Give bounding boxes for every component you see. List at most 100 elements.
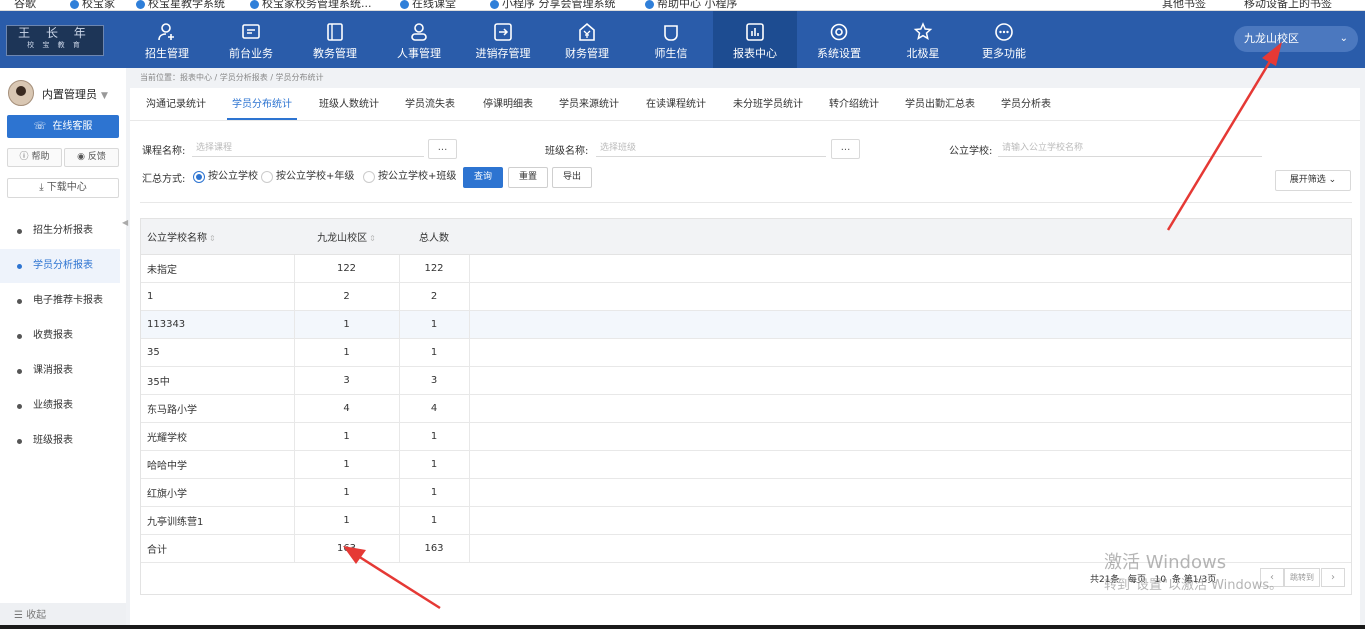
tab-student-analysis[interactable]: 学员分析表 bbox=[996, 92, 1056, 120]
sidebar-item-student-report[interactable]: 学员分析报表 bbox=[0, 249, 120, 283]
taskbar-edge bbox=[0, 625, 1365, 629]
brand-logo[interactable]: 王 长 年校 宝 教 育 bbox=[6, 25, 104, 56]
campus-selector[interactable]: 九龙山校区 ⌄ bbox=[1234, 26, 1358, 52]
campus-name: 九龙山校区 bbox=[1244, 32, 1299, 45]
tab-communication-stats[interactable]: 沟通记录统计 bbox=[140, 92, 212, 120]
bookmark-item[interactable]: 校宝家 bbox=[70, 0, 115, 10]
bookmark-item[interactable]: 校宝家校务管理系统... bbox=[250, 0, 372, 10]
bookmark-item[interactable]: 校宝星教学系统 bbox=[136, 0, 225, 10]
tab-suspension-detail[interactable]: 停课明细表 bbox=[477, 92, 539, 120]
bookmark-favicon-icon bbox=[70, 0, 79, 9]
tab-divider bbox=[130, 120, 1360, 121]
bookmark-item[interactable]: 谷歌 bbox=[14, 0, 36, 10]
caret-down-icon: ▼ bbox=[101, 91, 108, 101]
download-center-button[interactable]: ⤓ 下载中心 bbox=[7, 178, 119, 198]
public-school-label: 公立学校: bbox=[949, 146, 993, 157]
table-row: 红旗小学 1 1 bbox=[141, 478, 1351, 507]
nav-item-academic[interactable]: 教务管理 bbox=[293, 11, 377, 68]
sort-icon[interactable]: ⇕ bbox=[209, 234, 216, 243]
query-button[interactable]: 查询 bbox=[463, 167, 503, 188]
class-input[interactable]: 选择班级 bbox=[596, 139, 826, 157]
table-row: 未指定 122 122 bbox=[141, 254, 1351, 283]
nav-item-settings[interactable]: 系统设置 bbox=[797, 11, 881, 68]
user-menu[interactable]: 内置管理员 ▼ bbox=[42, 86, 108, 102]
more-icon bbox=[995, 23, 1013, 41]
filter-divider bbox=[140, 202, 1352, 203]
book-icon bbox=[327, 23, 343, 41]
tab-student-source[interactable]: 学员来源统计 bbox=[553, 92, 625, 120]
breadcrumb: 当前位置：报表中心 / 学员分析报表 / 学员分布统计 bbox=[140, 73, 324, 82]
download-icon: ⤓ bbox=[39, 182, 44, 193]
table-row: 哈哈中学 1 1 bbox=[141, 450, 1351, 479]
goto-page-input[interactable]: 跳转到 bbox=[1284, 568, 1320, 587]
course-picker-button[interactable]: ... bbox=[428, 139, 457, 159]
feedback-button[interactable]: ◉ 反馈 bbox=[64, 148, 119, 167]
table-row: 122 bbox=[141, 282, 1351, 311]
sort-icon[interactable]: ⇕ bbox=[369, 234, 376, 243]
bookmark-item[interactable]: 在线课堂 bbox=[400, 0, 456, 10]
nav-item-hr[interactable]: 人事管理 bbox=[377, 11, 461, 68]
tab-attendance-summary[interactable]: 学员出勤汇总表 bbox=[899, 92, 981, 120]
nav-item-inventory[interactable]: 进销存管理 bbox=[461, 11, 545, 68]
tab-referral-stats[interactable]: 转介绍统计 bbox=[823, 92, 885, 120]
public-school-input[interactable]: 请输入公立学校名称 bbox=[998, 139, 1262, 157]
table-row: 113343 1 1 bbox=[141, 310, 1351, 339]
nav-item-messages[interactable]: 师生信 bbox=[629, 11, 713, 68]
expand-filter-button[interactable]: 展开筛选 ⌄ bbox=[1275, 170, 1351, 191]
nav-item-enrollment[interactable]: 招生管理 bbox=[125, 11, 209, 68]
bookmarks-bar: 谷歌 校宝家 校宝星教学系统 校宝家校务管理系统... 在线课堂 小程序 分享会… bbox=[0, 0, 1365, 11]
sidebar-item-fee-report[interactable]: 收费报表 bbox=[0, 319, 120, 353]
nav-item-polaris[interactable]: 北极星 bbox=[881, 11, 965, 68]
tab-class-size-stats[interactable]: 班级人数统计 bbox=[313, 92, 385, 120]
sidebar-item-class-report[interactable]: 班级报表 bbox=[0, 424, 120, 458]
course-label: 课程名称: bbox=[142, 146, 186, 157]
star-icon bbox=[913, 22, 933, 40]
column-header-school[interactable]: 公立学校名称 ⇕ bbox=[141, 219, 294, 255]
bookmark-folder[interactable]: 移动设备上的书签 bbox=[1244, 0, 1332, 10]
nav-item-front-desk[interactable]: 前台业务 bbox=[209, 11, 293, 68]
sidebar-item-consumption-report[interactable]: 课消报表 bbox=[0, 354, 120, 388]
radio-by-school-class[interactable]: 按公立学校+班级 bbox=[363, 170, 456, 184]
tab-unassigned-students[interactable]: 未分班学员统计 bbox=[727, 92, 809, 120]
tab-active-course[interactable]: 在读课程统计 bbox=[640, 92, 712, 120]
bookmark-favicon-icon bbox=[400, 0, 409, 9]
reset-button[interactable]: 重置 bbox=[508, 167, 548, 188]
sidebar-collapse-handle[interactable]: ◀ bbox=[122, 218, 128, 234]
help-icon: ⓘ bbox=[19, 152, 29, 162]
bookmark-item[interactable]: 帮助中心 小程序 bbox=[645, 0, 738, 10]
nav-item-reports[interactable]: 报表中心 bbox=[713, 11, 797, 68]
column-header-spacer bbox=[469, 219, 1351, 255]
chat-icon bbox=[664, 25, 678, 41]
sidebar-item-enrollment-report[interactable]: 招生分析报表 bbox=[0, 214, 120, 248]
sidebar-item-referral-card-report[interactable]: 电子推荐卡报表 bbox=[0, 284, 120, 318]
bookmark-item[interactable]: 小程序 分享会管理系统 bbox=[490, 0, 616, 10]
tab-student-churn[interactable]: 学员流失表 bbox=[400, 92, 460, 120]
feedback-icon: ◉ bbox=[77, 152, 85, 162]
gear-icon bbox=[830, 23, 848, 41]
column-header-campus[interactable]: 九龙山校区 ⇕ bbox=[294, 219, 399, 255]
nav-item-finance[interactable]: 财务管理 bbox=[545, 11, 629, 68]
bookmark-favicon-icon bbox=[645, 0, 654, 9]
tab-student-distribution[interactable]: 学员分布统计 bbox=[227, 92, 297, 120]
menu-fold-icon: ☰ bbox=[14, 610, 23, 621]
headset-icon: ☏ bbox=[33, 121, 47, 132]
avatar[interactable] bbox=[8, 80, 34, 106]
class-picker-button[interactable]: ... bbox=[831, 139, 860, 159]
table-row: 35中 3 3 bbox=[141, 366, 1351, 395]
table-row: 35 1 1 bbox=[141, 338, 1351, 367]
windows-activation-watermark: 激活 Windows bbox=[1104, 552, 1227, 573]
radio-by-school-grade[interactable]: 按公立学校+年级 bbox=[261, 170, 354, 184]
course-input[interactable]: 选择课程 bbox=[192, 139, 424, 157]
next-page-button[interactable]: › bbox=[1321, 568, 1345, 587]
online-service-button[interactable]: ☏ 在线客服 bbox=[7, 115, 119, 138]
radio-by-school[interactable]: 按公立学校 bbox=[193, 170, 258, 184]
sidebar-item-performance-report[interactable]: 业绩报表 bbox=[0, 389, 120, 423]
help-button[interactable]: ⓘ 帮助 bbox=[7, 148, 62, 167]
bookmark-folder[interactable]: 其他书签 bbox=[1162, 0, 1206, 10]
table-row: 九亭训练营1 1 1 bbox=[141, 506, 1351, 535]
export-button[interactable]: 导出 bbox=[552, 167, 592, 188]
windows-activation-subtitle: 转到"设置"以激活 Windows。 bbox=[1104, 578, 1283, 593]
monitor-icon bbox=[242, 24, 260, 39]
chevron-down-icon: ⌄ bbox=[1328, 175, 1337, 185]
nav-item-more[interactable]: 更多功能 bbox=[962, 11, 1046, 68]
